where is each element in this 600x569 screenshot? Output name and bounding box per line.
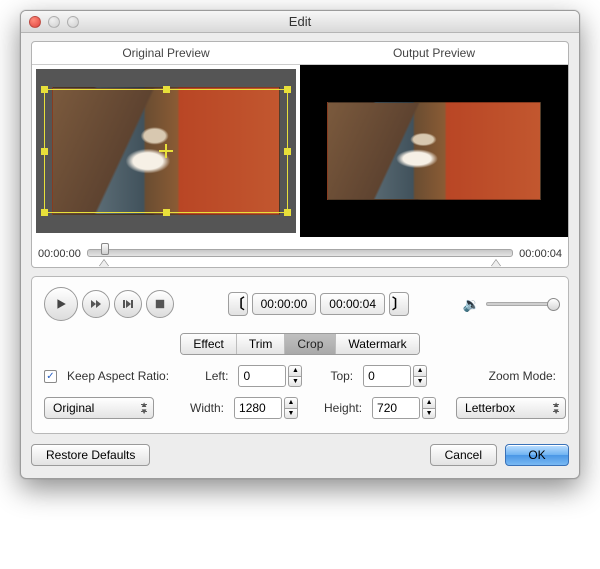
crop-rectangle[interactable] (44, 89, 288, 213)
cancel-button[interactable]: Cancel (430, 444, 497, 466)
minimize-icon[interactable] (48, 16, 60, 28)
tab-bar: Effect Trim Crop Watermark (180, 333, 419, 355)
crop-handle-bm[interactable] (163, 209, 170, 216)
select-arrows-icon: ▲▼ (140, 401, 148, 415)
stop-button[interactable] (146, 290, 174, 318)
width-label: Width: (190, 401, 224, 415)
stop-icon (154, 298, 166, 310)
close-icon[interactable] (29, 16, 41, 28)
crop-handle-bl[interactable] (41, 209, 48, 216)
crop-handle-tm[interactable] (163, 86, 170, 93)
playhead-handle[interactable] (101, 243, 109, 255)
tab-trim[interactable]: Trim (237, 334, 286, 354)
crop-handle-tr[interactable] (284, 86, 291, 93)
aspect-ratio-value: Original (53, 401, 94, 415)
step-icon (122, 298, 134, 310)
trim-out-marker[interactable] (491, 260, 501, 267)
mark-out-button[interactable]: 〕 (389, 292, 409, 316)
in-time-field[interactable]: 00:00:00 (252, 293, 317, 315)
crop-center-icon[interactable] (159, 144, 173, 158)
out-time-field[interactable]: 00:00:04 (320, 293, 385, 315)
window-title: Edit (21, 14, 579, 29)
left-input[interactable]: 0 (238, 365, 286, 387)
zoom-icon[interactable] (67, 16, 79, 28)
output-preview-header: Output Preview (300, 42, 568, 64)
volume-icon: 🔉 (463, 296, 480, 313)
chevron-down-icon[interactable]: ▼ (284, 408, 298, 420)
crop-handle-ml[interactable] (41, 148, 48, 155)
chevron-down-icon[interactable]: ▼ (413, 376, 427, 388)
trim-in-marker[interactable] (99, 260, 109, 267)
crop-handle-tl[interactable] (41, 86, 48, 93)
width-stepper[interactable]: ▲▼ (284, 397, 298, 419)
original-preview-header: Original Preview (32, 42, 300, 64)
crop-handle-br[interactable] (284, 209, 291, 216)
zoom-mode-select[interactable]: Letterbox ▲▼ (456, 397, 566, 419)
chevron-up-icon[interactable]: ▲ (422, 397, 436, 408)
chevron-down-icon[interactable]: ▼ (422, 408, 436, 420)
ok-button[interactable]: OK (505, 444, 569, 466)
play-icon (55, 298, 67, 310)
top-label: Top: (330, 369, 353, 383)
top-stepper[interactable]: ▲▼ (413, 365, 427, 387)
keep-aspect-checkbox[interactable]: ✓ (44, 370, 57, 383)
height-stepper[interactable]: ▲▼ (422, 397, 436, 419)
volume-slider[interactable] (486, 302, 556, 306)
zoom-mode-value: Letterbox (465, 401, 515, 415)
step-button[interactable] (114, 290, 142, 318)
timeline-track[interactable] (87, 243, 513, 265)
titlebar: Edit (21, 11, 579, 33)
chevron-down-icon[interactable]: ▼ (288, 376, 302, 388)
tab-crop[interactable]: Crop (285, 334, 336, 354)
fast-forward-icon (90, 298, 102, 310)
chevron-up-icon[interactable]: ▲ (288, 365, 302, 376)
mark-in-button[interactable]: 〔 (228, 292, 248, 316)
crop-handle-mr[interactable] (284, 148, 291, 155)
left-label: Left: (205, 369, 228, 383)
chevron-up-icon[interactable]: ▲ (284, 397, 298, 408)
top-input[interactable]: 0 (363, 365, 411, 387)
tab-effect[interactable]: Effect (181, 334, 236, 354)
volume-knob[interactable] (547, 298, 560, 311)
tab-watermark[interactable]: Watermark (336, 334, 418, 354)
preview-panel: Original Preview Output Preview (31, 41, 569, 268)
play-button[interactable] (44, 287, 78, 321)
edit-window: Edit Original Preview Output Preview (20, 10, 580, 479)
restore-defaults-button[interactable]: Restore Defaults (31, 444, 150, 466)
timeline-start-label: 00:00:00 (38, 248, 81, 260)
fast-forward-button[interactable] (82, 290, 110, 318)
timeline-end-label: 00:00:04 (519, 248, 562, 260)
aspect-ratio-select[interactable]: Original ▲▼ (44, 397, 154, 419)
controls-panel: 〔 00:00:00 00:00:04 〕 🔉 Effect Trim Crop (31, 276, 569, 434)
keep-aspect-label: Keep Aspect Ratio: (67, 369, 169, 383)
height-label: Height: (324, 401, 362, 415)
video-thumb-output (327, 102, 540, 200)
left-stepper[interactable]: ▲▼ (288, 365, 302, 387)
chevron-up-icon[interactable]: ▲ (413, 365, 427, 376)
height-input[interactable]: 720 (372, 397, 420, 419)
width-input[interactable]: 1280 (234, 397, 282, 419)
output-preview (300, 65, 568, 237)
select-arrows-icon: ▲▼ (552, 401, 560, 415)
zoom-mode-label: Zoom Mode: (489, 369, 556, 383)
original-preview[interactable] (32, 65, 300, 237)
